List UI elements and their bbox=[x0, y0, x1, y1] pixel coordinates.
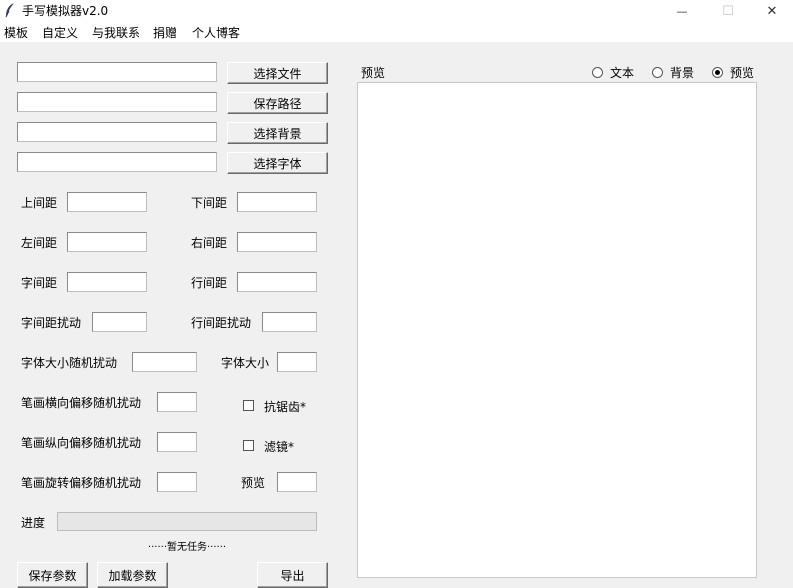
radio-preview-label: 预览 bbox=[730, 66, 755, 80]
top-margin-input[interactable] bbox=[67, 192, 147, 212]
antialias-checkbox[interactable] bbox=[243, 400, 254, 411]
maximize-button[interactable]: ☐ bbox=[705, 0, 751, 22]
filter-checkbox[interactable] bbox=[243, 440, 254, 451]
stroke-h-jitter-label: 笔画横向偏移随机扰动 bbox=[21, 396, 142, 410]
menu-blog[interactable]: 个人博客 bbox=[192, 24, 240, 41]
select-file-button[interactable]: 选择文件 bbox=[227, 62, 328, 84]
close-button[interactable]: ✕ bbox=[749, 0, 793, 22]
minimize-icon: — bbox=[676, 4, 688, 18]
bottom-margin-label: 下间距 bbox=[191, 196, 228, 210]
stroke-v-jitter-label: 笔画纵向偏移随机扰动 bbox=[21, 436, 142, 450]
close-icon: ✕ bbox=[766, 3, 778, 19]
left-margin-input[interactable] bbox=[67, 232, 147, 252]
background-path-input[interactable] bbox=[17, 122, 217, 142]
char-spacing-jitter-input[interactable] bbox=[92, 312, 147, 332]
maximize-icon: ☐ bbox=[722, 3, 734, 19]
radio-background-label: 背景 bbox=[670, 66, 695, 80]
char-spacing-jitter-label: 字间距扰动 bbox=[21, 316, 82, 330]
font-path-input[interactable] bbox=[17, 152, 217, 172]
select-background-button[interactable]: 选择背景 bbox=[227, 122, 328, 144]
font-size-input[interactable] bbox=[277, 352, 317, 372]
font-size-jitter-input[interactable] bbox=[132, 352, 197, 372]
progress-bar bbox=[57, 512, 317, 531]
preview-panel-title: 预览 bbox=[361, 66, 386, 80]
save-params-button[interactable]: 保存参数 bbox=[17, 562, 88, 588]
filter-label: 滤镜* bbox=[264, 440, 295, 454]
preview-field-label: 预览 bbox=[241, 476, 266, 490]
line-spacing-jitter-label: 行间距扰动 bbox=[191, 316, 252, 330]
radio-background[interactable] bbox=[652, 67, 663, 78]
left-margin-label: 左间距 bbox=[21, 236, 58, 250]
menu-donate[interactable]: 捐赠 bbox=[153, 24, 177, 41]
char-spacing-label: 字间距 bbox=[21, 276, 58, 290]
line-spacing-label: 行间距 bbox=[191, 276, 228, 290]
save-path-button[interactable]: 保存路径 bbox=[227, 92, 328, 114]
radio-preview[interactable] bbox=[712, 67, 723, 78]
stroke-v-jitter-input[interactable] bbox=[157, 432, 197, 452]
stroke-rot-jitter-input[interactable] bbox=[157, 472, 197, 492]
bottom-margin-input[interactable] bbox=[237, 192, 317, 212]
progress-label: 进度 bbox=[21, 516, 46, 530]
export-button[interactable]: 导出 bbox=[257, 562, 328, 588]
feather-icon bbox=[3, 2, 17, 18]
load-params-button[interactable]: 加载参数 bbox=[97, 562, 168, 588]
window-title: 手写模拟器v2.0 bbox=[22, 4, 109, 18]
preview-field-input[interactable] bbox=[277, 472, 317, 492]
menu-contact[interactable]: 与我联系 bbox=[92, 24, 140, 41]
right-margin-input[interactable] bbox=[237, 232, 317, 252]
preview-canvas[interactable] bbox=[357, 82, 757, 578]
radio-text[interactable] bbox=[592, 67, 603, 78]
select-font-button[interactable]: 选择字体 bbox=[227, 152, 328, 174]
status-text: ······暂无任务······ bbox=[147, 542, 227, 553]
line-spacing-input[interactable] bbox=[237, 272, 317, 292]
line-spacing-jitter-input[interactable] bbox=[262, 312, 317, 332]
file-path-input[interactable] bbox=[17, 62, 217, 82]
right-margin-label: 右间距 bbox=[191, 236, 228, 250]
font-size-jitter-label: 字体大小随机扰动 bbox=[21, 356, 118, 370]
antialias-label: 抗锯齿* bbox=[264, 400, 307, 414]
font-size-label: 字体大小 bbox=[221, 356, 270, 370]
save-path-input[interactable] bbox=[17, 92, 217, 112]
stroke-h-jitter-input[interactable] bbox=[157, 392, 197, 412]
radio-selected-dot bbox=[715, 70, 720, 75]
radio-text-label: 文本 bbox=[610, 66, 635, 80]
char-spacing-input[interactable] bbox=[67, 272, 147, 292]
top-margin-label: 上间距 bbox=[21, 196, 58, 210]
menu-template[interactable]: 模板 bbox=[4, 24, 28, 41]
stroke-rot-jitter-label: 笔画旋转偏移随机扰动 bbox=[21, 476, 142, 490]
menu-custom[interactable]: 自定义 bbox=[42, 24, 78, 41]
minimize-button[interactable]: — bbox=[659, 0, 705, 22]
